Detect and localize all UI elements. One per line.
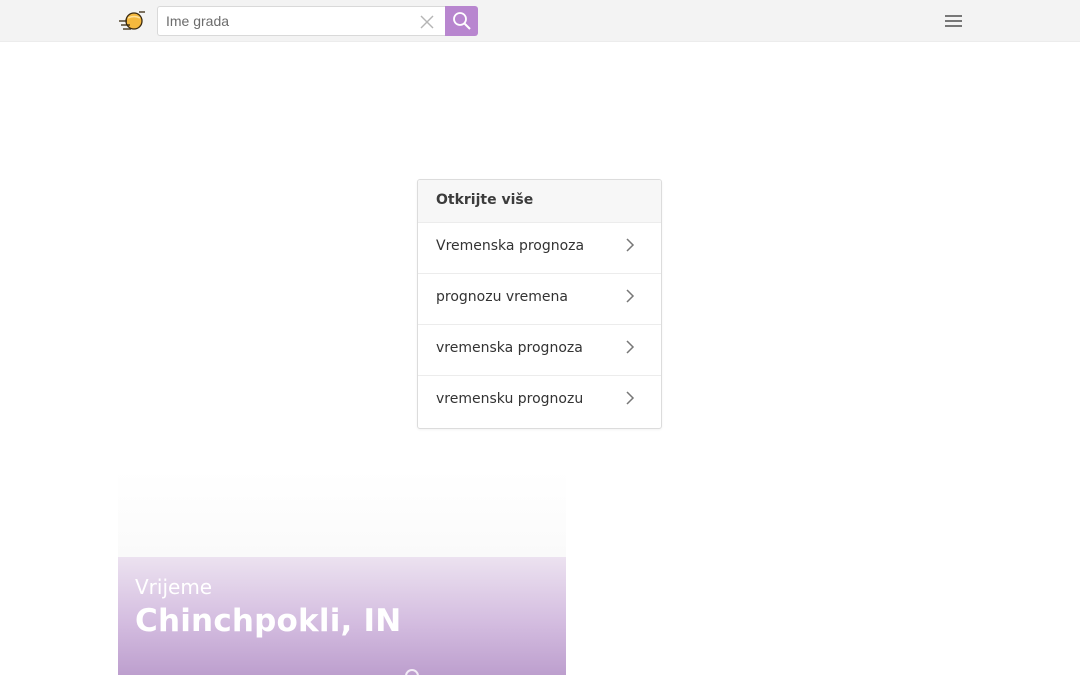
discover-more-title: Otkrijte više [418, 180, 661, 222]
top-navigation-bar [0, 0, 1080, 42]
search-box [157, 6, 446, 36]
discover-item-vremenska-prognoza-2[interactable]: vremenska prognoza [418, 324, 661, 375]
weather-hero-banner: Vrijeme Chinchpokli, IN [118, 557, 566, 675]
chevron-right-icon [626, 340, 635, 354]
weather-icon [405, 669, 419, 675]
discover-item-label: vremensku prognozu [436, 391, 584, 407]
hero-background-top [118, 470, 566, 558]
discover-item-label: vremenska prognoza [436, 340, 583, 356]
city-title: Chinchpokli, IN [135, 603, 402, 639]
discover-more-panel: Otkrijte više Vremenska prognoza prognoz… [417, 179, 662, 429]
search-button[interactable] [445, 6, 478, 36]
hero-label: Vrijeme [135, 575, 213, 599]
chevron-right-icon [626, 238, 635, 252]
hamburger-menu-icon[interactable] [942, 11, 966, 31]
chevron-right-icon [626, 289, 635, 303]
city-search-input[interactable] [158, 7, 413, 35]
search-icon [453, 12, 471, 30]
sun-logo-icon[interactable] [117, 9, 147, 33]
close-icon[interactable] [420, 14, 434, 29]
discover-item-vremenska-prognoza[interactable]: Vremenska prognoza [418, 222, 661, 273]
discover-item-prognozu-vremena[interactable]: prognozu vremena [418, 273, 661, 324]
discover-item-label: Vremenska prognoza [436, 238, 585, 254]
discover-item-label: prognozu vremena [436, 289, 568, 305]
chevron-right-icon [626, 391, 635, 405]
discover-item-vremensku-prognozu[interactable]: vremensku prognozu [418, 375, 661, 426]
